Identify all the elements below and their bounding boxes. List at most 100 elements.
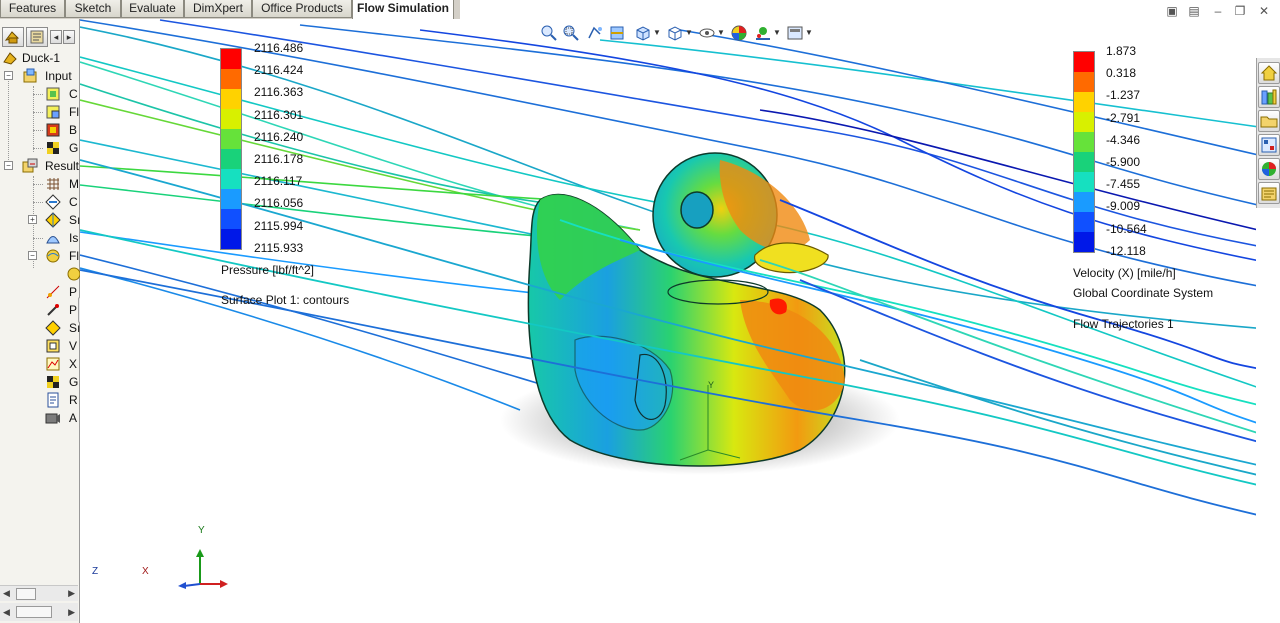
zoom-to-fit-icon[interactable]	[540, 24, 558, 42]
triad-y-label: Y	[198, 525, 205, 536]
tile-vertical-icon[interactable]: ▤	[1186, 4, 1202, 20]
design-library-button[interactable]	[1258, 86, 1280, 108]
tree-item[interactable]: M	[0, 175, 80, 193]
expand-icon[interactable]: +	[28, 215, 37, 224]
zoom-to-area-icon[interactable]	[562, 24, 580, 42]
chevron-down-icon[interactable]: ▼	[805, 28, 813, 37]
legend-color-segment	[221, 49, 241, 69]
collapse-icon[interactable]: −	[28, 251, 37, 260]
flow-trajectory-item-icon	[67, 267, 80, 281]
legend-color-segment	[1074, 112, 1094, 132]
tree-item[interactable]: B	[0, 121, 80, 139]
tree-item[interactable]: − Fl	[0, 247, 80, 265]
collapse-icon[interactable]: −	[4, 71, 13, 80]
legend-value: 1.873	[1106, 44, 1137, 58]
legend-value: -2.791	[1106, 110, 1141, 125]
folder-icon	[1260, 116, 1278, 128]
tree-item[interactable]: C	[0, 193, 80, 211]
tree-item[interactable]: P	[0, 283, 80, 301]
tree-item[interactable]: + Sı	[0, 211, 80, 229]
legend-color-segment	[1074, 152, 1094, 172]
legend-value: -9.009	[1106, 199, 1141, 214]
chevron-right-icon: ▸	[66, 32, 72, 42]
tree-item[interactable]: Fl	[0, 103, 80, 121]
tree-item[interactable]: Sı	[0, 319, 80, 337]
file-explorer-button[interactable]	[1258, 110, 1280, 132]
tab-features[interactable]: Features	[0, 0, 65, 18]
scroll-right-icon[interactable]: ▶	[68, 588, 75, 599]
flow-analysis-tab[interactable]	[26, 27, 48, 47]
tree-item[interactable]: X	[0, 355, 80, 373]
tree-results-folder[interactable]: − Result	[0, 157, 80, 175]
tab-scroll-left[interactable]: ◂	[50, 30, 62, 44]
legend-color-segment	[221, 89, 241, 109]
apply-scene-icon[interactable]	[754, 24, 772, 42]
chevron-down-icon[interactable]: ▼	[685, 28, 693, 37]
view-orientation-icon[interactable]	[634, 24, 652, 42]
display-style-icon[interactable]	[666, 24, 684, 42]
minimize-icon[interactable]: –	[1210, 4, 1226, 20]
chevron-down-icon[interactable]: ▼	[653, 28, 661, 37]
tab-sketch[interactable]: Sketch	[65, 0, 121, 18]
edit-appearance-icon[interactable]	[730, 24, 748, 42]
appearances-button[interactable]	[1258, 158, 1280, 180]
collapse-icon[interactable]: −	[4, 161, 13, 170]
graphics-area[interactable]: Y ▼ ▼ ▼ ▼ ▼ 2116.486 2116.424 2116.363 2…	[80, 19, 1256, 623]
close-icon[interactable]: ✕	[1256, 4, 1272, 20]
legend-value: 2116.240	[254, 129, 304, 144]
legend-value: 0.318	[1106, 66, 1137, 81]
legend-value: -5.900	[1106, 155, 1141, 169]
legend-color-segment	[221, 69, 241, 89]
restore-icon[interactable]: ❐	[1232, 4, 1248, 20]
triad-z-label: Z	[92, 566, 99, 577]
feature-manager-tab[interactable]	[2, 27, 24, 47]
legend-color-segment	[221, 109, 241, 129]
previous-view-icon[interactable]	[586, 24, 604, 42]
command-manager-tabs: Features Sketch Evaluate DimXpert Office…	[0, 0, 460, 20]
scroll-left-icon[interactable]: ◀	[3, 607, 10, 618]
scrollbar-thumb[interactable]	[16, 588, 36, 600]
hide-show-items-icon[interactable]	[698, 24, 716, 42]
tree-item[interactable]: G	[0, 373, 80, 391]
view-palette-button[interactable]	[1258, 134, 1280, 156]
xy-plots-icon	[46, 357, 60, 371]
tree-item[interactable]: V	[0, 337, 80, 355]
custom-properties-button[interactable]	[1258, 182, 1280, 204]
tree-item[interactable]: A	[0, 409, 80, 427]
chevron-left-icon: ◂	[53, 32, 59, 42]
chevron-down-icon[interactable]: ▼	[717, 28, 725, 37]
volume-parameters-icon	[46, 339, 60, 353]
tab-evaluate[interactable]: Evaluate	[121, 0, 184, 18]
tile-horizontal-icon[interactable]: ▣	[1164, 4, 1180, 20]
surface-plot-name: Surface Plot 1: contours	[221, 293, 350, 307]
scroll-right-icon[interactable]: ▶	[68, 607, 75, 618]
legend-color-segment	[1074, 212, 1094, 232]
tree-item[interactable]: Is	[0, 229, 80, 247]
tree-item[interactable]: C	[0, 85, 80, 103]
tree-horizontal-scrollbar[interactable]: ◀ ▶	[0, 585, 78, 601]
resources-button[interactable]	[1258, 62, 1280, 84]
tree-root[interactable]: Duck-1	[0, 49, 80, 67]
tree-item[interactable]: R	[0, 391, 80, 409]
tree-input-folder[interactable]: − Input	[0, 67, 80, 85]
scroll-left-icon[interactable]: ◀	[3, 588, 10, 599]
tab-flow-simulation[interactable]: Flow Simulation	[352, 0, 454, 20]
mesh-icon	[47, 178, 59, 190]
tab-dimxpert[interactable]: DimXpert	[184, 0, 252, 18]
panel-horizontal-scrollbar[interactable]: ◀ ▶	[0, 603, 78, 621]
legend-color-segment	[1074, 72, 1094, 92]
legend-color-segment	[221, 189, 241, 209]
tab-office-products[interactable]: Office Products	[252, 0, 352, 18]
legend-value: 2116.056	[254, 196, 304, 211]
part-icon	[3, 52, 17, 65]
tree-item[interactable]	[0, 265, 80, 283]
scrollbar-thumb[interactable]	[16, 606, 52, 618]
legend-color-segment	[1074, 92, 1094, 112]
tree-item[interactable]: P	[0, 301, 80, 319]
view-settings-icon[interactable]	[786, 24, 804, 42]
tab-scroll-right[interactable]: ▸	[63, 30, 75, 44]
chevron-down-icon[interactable]: ▼	[773, 28, 781, 37]
tree-item[interactable]: G	[0, 139, 80, 157]
section-view-icon[interactable]	[608, 24, 626, 42]
legend-color-segment	[221, 129, 241, 149]
